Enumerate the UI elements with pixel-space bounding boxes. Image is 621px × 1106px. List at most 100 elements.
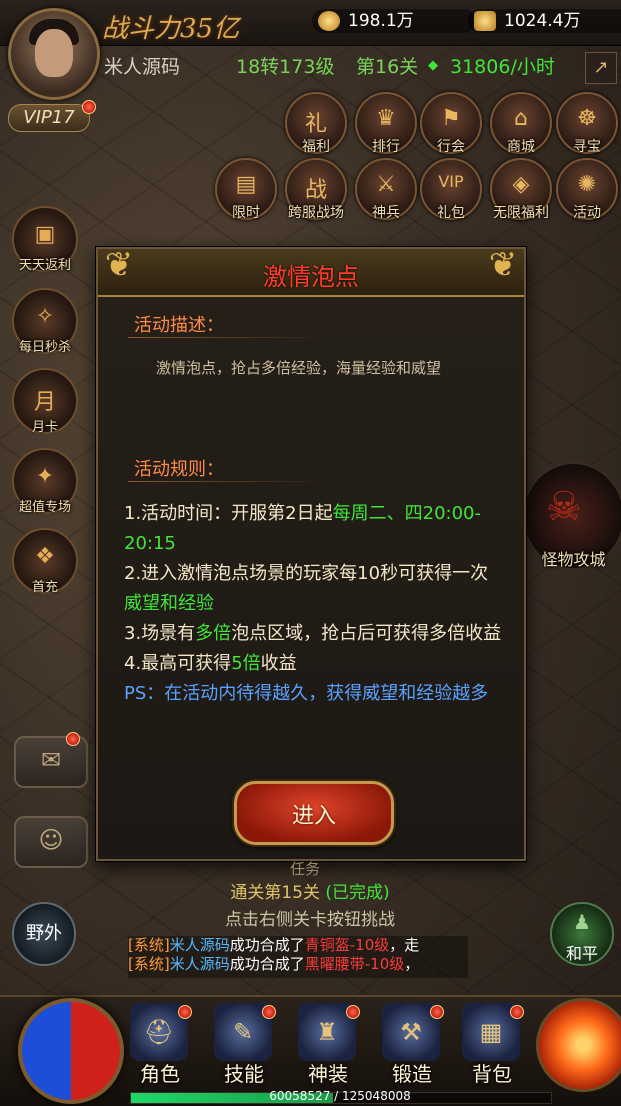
earn-rate: 31806/小时 [450,56,555,78]
peace-mode-button[interactable]: ♟ 和平 [550,902,614,966]
mail-notification-dot [66,732,80,746]
coin-icon [318,11,340,31]
player-name: 米人源码 [104,56,181,78]
menu-label: 活动 [573,205,601,221]
rule-1: 1.活动时间：开服第2日起每周二、四20:00-20:15 [124,503,481,554]
menu-guild[interactable]: ⚑ 行会 [420,92,482,155]
notification-dot [430,1005,444,1019]
nav-label: 神装 [308,1062,348,1086]
first-charge-icon: ❖ [35,544,55,569]
menu-label: 无限福利 [493,205,549,221]
nav-armor[interactable]: ♜ 神装 [288,1003,368,1088]
expand-arrow-icon[interactable]: ↗ [585,52,617,84]
notification-dot [178,1005,192,1019]
nav-label: 背包 [472,1062,512,1086]
nav-skill-book[interactable]: ✎ 技能 [204,1003,284,1088]
month-card-icon: 月 [33,390,56,415]
friends-button[interactable]: ☺ [14,816,88,868]
menu-weapon[interactable]: ⚔ 神兵 [355,158,417,221]
menu-scroll[interactable]: ▤ 限时 [215,158,277,221]
description-text: 激情泡点，抢占多倍经验，海量经验和威望 [156,359,442,377]
avatar-face [35,29,73,77]
menu-label: 礼包 [437,205,465,221]
field-button[interactable]: 野外 [12,902,76,966]
system-chat[interactable]: [系统]米人源码成功合成了青铜盔-10级，走 [系统]米人源码成功合成了黑曜腰带… [128,936,468,978]
enter-button[interactable]: 进入 [234,781,394,845]
rule-4: 4.最高可获得5倍收益 [124,653,297,674]
rules-list: 1.活动时间：开服第2日起每周二、四20:00-20:15 2.进入激情泡点场景… [124,499,502,709]
quest-status[interactable]: 通关第15关 (已完成) [110,878,510,903]
flash-sale-icon: ✧ [35,304,55,329]
side-first-charge[interactable]: ❖ 首充 [12,528,78,595]
vip-badge[interactable]: VIP17 [8,104,90,132]
shop-icon: ⌂ [514,106,528,131]
demon-icon: ☠ [546,484,582,530]
menu-label: 排行 [372,139,400,155]
gold-counter[interactable]: 1024.4万 [468,9,621,33]
menu-event[interactable]: ✺ 活动 [556,158,618,221]
side-month-card[interactable]: 月月卡 [12,368,78,435]
xp-text: 60058527 / 125048008 [269,1089,411,1103]
menu-label: 寻宝 [573,139,601,155]
treasure-icon: ☸ [577,106,597,131]
scroll-icon: ▤ [235,172,257,197]
modal-header: ❦ ❦ 激情泡点 [98,245,524,297]
quest-tab[interactable]: 任务 [290,858,320,879]
rule-2: 2.进入激情泡点场景的玩家每10秒可获得一次威望和经验 [124,563,489,614]
event-icon: ✺ [577,172,597,197]
menu-label: 跨服战场 [288,205,344,221]
stage-number: 第16关 [356,56,419,78]
nav-forge[interactable]: ⚒ 锻造 [372,1003,452,1088]
chat-line: [系统]米人源码成功合成了黑曜腰带-10级， [128,955,420,973]
side-label: 超值专场 [18,500,71,515]
nav-label: 锻造 [392,1062,432,1086]
side-flash-sale[interactable]: ✧ 每日秒杀 [12,288,78,355]
menu-label: 限时 [232,205,260,221]
battle-icon: 战 [304,178,327,203]
side-special[interactable]: ✦ 超值专场 [12,448,78,515]
menu-battle[interactable]: 战跨服战场 [285,158,347,221]
nav-character[interactable]: ⛑ 角色 [120,1003,200,1088]
quest-hint: 点击右侧关卡按钮挑战 [225,910,395,930]
side-label: 月卡 [31,420,58,435]
menu-gift[interactable]: 礼福利 [285,92,347,155]
quest-stage: 通关第15关 [230,883,320,903]
weapon-icon: ⚔ [376,172,396,197]
taiji-icon[interactable] [18,998,124,1104]
attack-fire-icon[interactable] [536,998,621,1092]
event-modal: ❦ ❦ 激情泡点 活动描述： 激情泡点，抢占多倍经验，海量经验和威望 活动规则：… [96,245,526,861]
money-bag-icon: ◆ [428,58,438,73]
menu-treasure[interactable]: ☸ 寻宝 [556,92,618,155]
divider [128,481,328,482]
notification-dot [510,1005,524,1019]
menu-shop[interactable]: ⌂ 商城 [490,92,552,155]
side-label: 首充 [31,580,58,595]
avatar[interactable] [8,8,100,100]
side-label: 天天返利 [18,258,71,273]
menu-bag[interactable]: ◈ 无限福利 [490,158,552,221]
quest-complete: (已完成) [325,883,390,903]
divider [128,337,328,338]
menu-vip[interactable]: VIP 礼包 [420,158,482,221]
menu-label: 行会 [437,139,465,155]
nav-backpack[interactable]: ▦ 背包 [452,1003,532,1088]
vip-icon: VIP [438,172,464,191]
nav-label: 角色 [140,1062,180,1086]
guild-icon: ⚑ [441,106,461,131]
special-icon: ✦ [35,464,55,489]
peace-mode-label: 和平 [565,944,598,963]
menu-label: 神兵 [372,205,400,221]
vip-notification-dot [82,100,96,114]
description-heading: 活动描述： [134,315,224,336]
combat-power: 战斗力35亿 [102,14,240,44]
coin-counter[interactable]: 198.1万 [312,9,476,33]
ps-note: PS：在活动内待得越久，获得威望和经验越多 [124,683,489,704]
coin-value: 198.1万 [348,11,414,31]
player-level: 18转173级 [236,56,335,78]
monster-siege-button[interactable]: ☠ 怪物攻城 [522,462,621,570]
side-chest[interactable]: ▣ 天天返利 [12,206,78,273]
menu-label: 福利 [302,139,330,155]
person-icon: ♟ [573,910,591,934]
menu-ranking[interactable]: ♛ 排行 [355,92,417,155]
side-label: 每日秒杀 [18,340,71,355]
